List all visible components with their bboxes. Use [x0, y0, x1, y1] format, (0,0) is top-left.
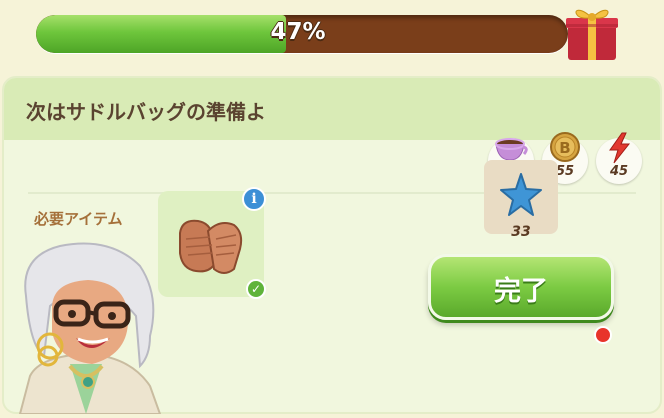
reward-slot[interactable] [484, 160, 558, 234]
required-items-label: 必要アイテム [34, 210, 123, 228]
blue-star-icon [500, 173, 542, 216]
quest-title: 次はサドルバッグの準備よ [26, 100, 266, 124]
gift-box-icon[interactable] [560, 2, 624, 62]
info-icon[interactable]: i [242, 187, 266, 211]
progress-bar: 47% [36, 15, 568, 53]
resource-value: 45 [609, 164, 629, 179]
svg-text:B: B [559, 139, 570, 157]
panel-header: 次はサドルバッグの準備よ [4, 78, 660, 140]
complete-button-label: 完了 [494, 276, 548, 307]
complete-button[interactable]: 完了 [428, 254, 614, 320]
character-portrait [0, 236, 170, 415]
lightning-icon [602, 132, 636, 164]
resource-energy: 45 [596, 132, 642, 184]
checkmark-icon: ✓ [246, 279, 266, 299]
notification-dot [594, 326, 612, 344]
reward-value: 33 [511, 224, 531, 240]
progress-percent: 47% [270, 19, 326, 45]
